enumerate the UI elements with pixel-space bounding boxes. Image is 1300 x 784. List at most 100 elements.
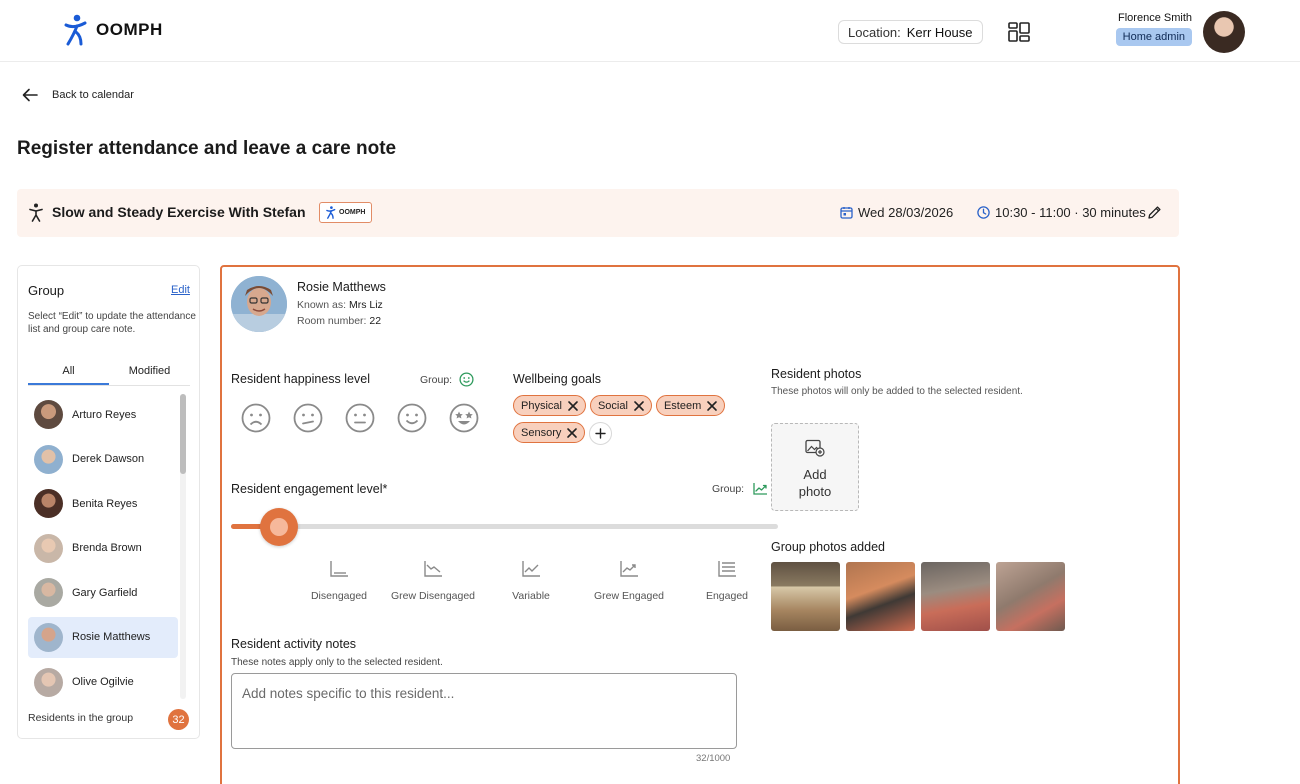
level-grew-disengaged[interactable]: Grew Disengaged [378, 560, 488, 604]
resident-name: Derek Dawson [72, 453, 145, 466]
resident-photos-hint: These photos will only be added to the s… [771, 386, 1023, 397]
goal-chip-sensory: Sensory [513, 422, 586, 443]
session-time: 10:30 - 11:00 · 30 minutes [977, 205, 1146, 220]
avatar [34, 533, 63, 563]
resident-care-card: Rosie Matthews Known as: Mrs Liz Room nu… [220, 265, 1180, 784]
group-title: Group [28, 283, 65, 298]
resident-photos-title: Resident photos [771, 367, 862, 381]
trend-up-icon [753, 483, 768, 495]
level-variable[interactable]: Variable [476, 560, 586, 604]
close-icon[interactable] [567, 400, 579, 412]
back-to-calendar-link[interactable]: Back to calendar [22, 88, 134, 102]
engagement-slider-fill [231, 524, 264, 529]
close-icon[interactable] [566, 427, 578, 439]
close-icon[interactable] [706, 400, 718, 412]
brand-logo[interactable]: OOMPH [64, 14, 163, 46]
resident-name: Brenda Brown [72, 542, 142, 555]
level-label: Variable [512, 590, 550, 602]
engagement-group-label: Group: [712, 482, 745, 495]
notes-char-counter: 32/1000 [696, 753, 731, 764]
bars-full-icon [718, 561, 736, 577]
group-photo-thumbnail[interactable] [771, 562, 840, 631]
star-eyes-face-icon[interactable] [448, 402, 480, 434]
add-photo-button[interactable]: Add photo [771, 423, 859, 511]
group-edit-link[interactable]: Edit [171, 284, 190, 296]
level-label: Grew Engaged [593, 590, 665, 602]
provider-badge: OOMPH [319, 202, 373, 223]
location-label: Location: [848, 24, 901, 40]
sad-face-icon[interactable] [292, 402, 324, 434]
goal-chip-label: Sensory [521, 426, 562, 439]
avatar [34, 489, 63, 519]
avatar [34, 622, 63, 652]
resident-room: Room number: 22 [297, 315, 381, 327]
level-grew-engaged[interactable]: Grew Engaged [574, 560, 684, 604]
top-bar: OOMPH Location: Kerr House Florence Smit… [0, 0, 1300, 62]
page-title: Register attendance and leave a care not… [17, 138, 397, 159]
known-as-label: Known as: [297, 299, 347, 311]
engagement-title: Resident engagement level* [231, 482, 388, 496]
avatar [34, 400, 63, 429]
resident-name-heading: Rosie Matthews [297, 280, 386, 294]
resident-list-item[interactable]: Derek Dawson [28, 439, 178, 480]
group-photo-thumbnail[interactable] [921, 562, 990, 631]
happy-face-icon[interactable] [396, 402, 428, 434]
goal-chip-esteem: Esteem [655, 395, 726, 416]
residents-count-label: Residents in the group [28, 712, 134, 724]
trend-down-icon [424, 561, 442, 577]
avatar [34, 578, 63, 608]
engagement-group-indicator: Group: [712, 482, 768, 495]
clock-icon [977, 206, 990, 219]
group-photo-thumbnail[interactable] [846, 562, 915, 631]
user-avatar[interactable] [1203, 11, 1245, 53]
group-hint: Select “Edit” to update the attendance l… [28, 311, 196, 335]
neutral-face-icon[interactable] [344, 402, 376, 434]
wellbeing-goals: Physical Social Esteem Sensory [513, 395, 753, 445]
room-label: Room number: [297, 315, 367, 327]
avatar [34, 667, 63, 697]
resident-notes-input[interactable] [231, 673, 737, 749]
resident-name: Rosie Matthews [72, 631, 151, 644]
close-icon[interactable] [633, 400, 645, 412]
goal-chip-label: Social [597, 399, 628, 412]
scrollbar-thumb[interactable] [180, 394, 186, 474]
pencil-icon[interactable] [1147, 205, 1162, 220]
session-bar: Slow and Steady Exercise With Stefan OOM… [17, 189, 1179, 237]
location-selector[interactable]: Location: Kerr House [838, 20, 983, 44]
calendar-icon [840, 207, 853, 219]
dashboard-grid-icon[interactable] [1008, 22, 1030, 42]
known-as-value: Mrs Liz [348, 299, 383, 311]
add-goal-button[interactable] [589, 422, 613, 445]
resident-list-item[interactable]: Brenda Brown [28, 528, 178, 569]
wellbeing-title: Wellbeing goals [513, 372, 602, 386]
resident-list-item[interactable]: Arturo Reyes [28, 394, 178, 435]
engagement-slider-thumb[interactable] [259, 508, 298, 546]
notes-title: Resident activity notes [231, 637, 357, 651]
resident-name: Arturo Reyes [72, 408, 137, 421]
tab-modified[interactable]: Modified [109, 364, 190, 385]
very-sad-face-icon[interactable] [240, 402, 272, 434]
level-engaged[interactable]: Engaged [672, 560, 782, 604]
goal-chip-social: Social [589, 395, 652, 416]
notes-hint: These notes apply only to the selected r… [231, 657, 443, 668]
happiness-group-indicator: Group: [420, 372, 474, 387]
avatar [34, 444, 63, 474]
resident-name: Gary Garfield [72, 586, 138, 599]
group-panel: Group Edit Select “Edit” to update the a… [17, 265, 200, 739]
resident-photo [231, 276, 287, 332]
level-label: Grew Disengaged [390, 590, 476, 602]
resident-list-item[interactable]: Gary Garfield [28, 572, 178, 613]
engagement-slider-track[interactable] [231, 524, 778, 529]
exercise-person-icon [29, 203, 43, 222]
group-photo-thumbnail[interactable] [996, 562, 1065, 631]
trend-variable-icon [522, 561, 540, 577]
plus-icon [595, 428, 607, 439]
resident-list-item[interactable]: Benita Reyes [28, 483, 178, 524]
goal-chip-label: Physical [521, 399, 562, 412]
trend-up-icon [620, 561, 638, 577]
add-image-icon [805, 439, 825, 457]
level-label: Engaged [705, 590, 749, 602]
resident-list-item[interactable]: Olive Ogilvie [28, 662, 178, 703]
resident-list-item-selected[interactable]: Rosie Matthews [28, 616, 178, 658]
tab-all[interactable]: All [28, 364, 109, 385]
